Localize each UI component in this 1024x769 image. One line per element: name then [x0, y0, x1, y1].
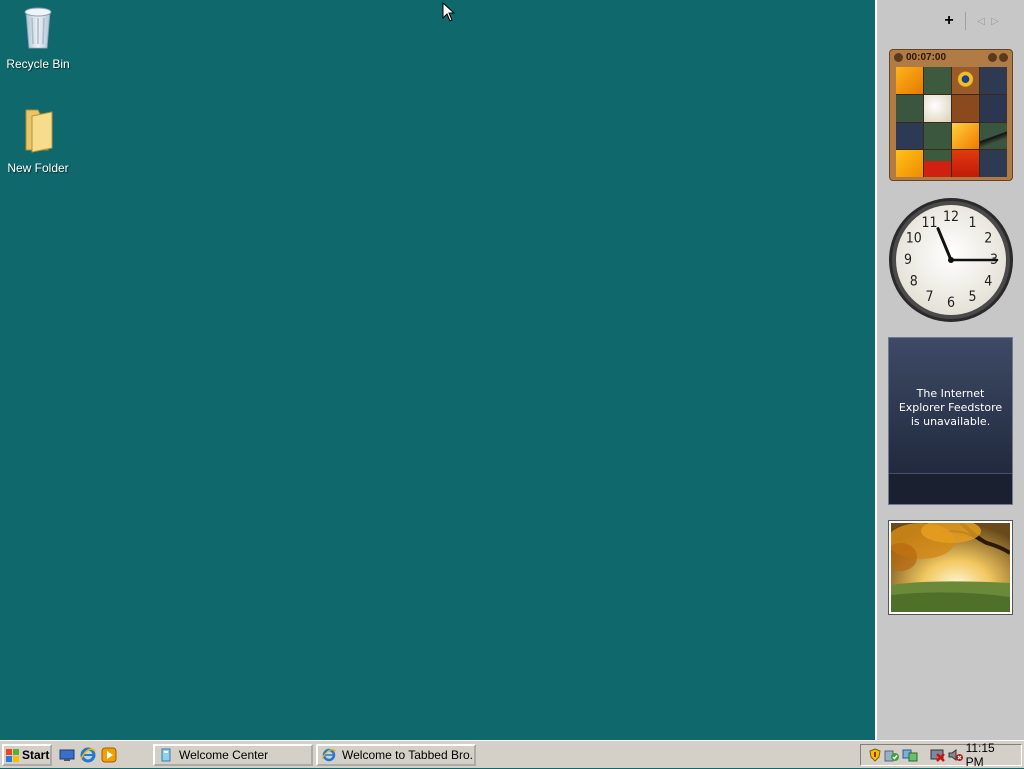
clock-number: 4	[984, 274, 992, 290]
feed-headlines-gadget[interactable]: The Internet Explorer Feedstore is unava…	[888, 337, 1013, 505]
puzzle-timer: 00:07:00	[906, 51, 947, 63]
clock-number: 10	[906, 231, 922, 247]
show-desktop-icon[interactable]	[58, 746, 75, 763]
puzzle-tile[interactable]	[896, 122, 923, 150]
clock-number: 11	[921, 215, 937, 231]
puzzle-tile-empty	[952, 94, 979, 122]
clock-number: 2	[984, 231, 992, 247]
taskbar-button-tabbed-browsing[interactable]: Welcome to Tabbed Bro...	[316, 744, 476, 766]
previous-page-button[interactable]: ◁	[974, 16, 988, 27]
clock-number: 1	[968, 215, 976, 231]
puzzle-tile[interactable]	[980, 94, 1007, 122]
add-gadget-button[interactable]: +	[941, 12, 957, 30]
mouse-cursor-icon	[442, 2, 456, 22]
sidebar-separator	[965, 12, 966, 30]
puzzle-toolbar: 00:07:00	[890, 50, 1012, 64]
puzzle-grid	[896, 67, 1007, 177]
clock-number: 6	[947, 295, 955, 311]
help-icon[interactable]	[988, 52, 997, 62]
shuffle-icon[interactable]	[999, 52, 1008, 62]
clock-gadget[interactable]: 123456789101112	[887, 196, 1015, 324]
start-label: Start	[22, 748, 50, 762]
taskbar-button-label: Welcome Center	[179, 748, 269, 762]
sidebar-controls: + ◁ ▷	[941, 12, 1002, 30]
new-folder-label: New Folder	[7, 161, 69, 175]
puzzle-tile[interactable]	[924, 67, 951, 94]
recycle-bin-desktop-icon[interactable]: Recycle Bin	[0, 2, 76, 71]
slideshow-gadget[interactable]	[888, 520, 1013, 615]
puzzle-tile[interactable]	[980, 150, 1007, 177]
welcome-center-icon	[161, 748, 171, 762]
internet-explorer-icon	[322, 748, 336, 762]
windows-logo-icon	[6, 748, 19, 762]
volume-muted-icon[interactable]	[948, 747, 964, 763]
taskbar-button-welcome-center[interactable]: Welcome Center	[153, 744, 313, 766]
picture-puzzle-gadget[interactable]: 00:07:00	[889, 49, 1013, 181]
timer-icon	[894, 52, 903, 62]
puzzle-tile[interactable]	[896, 94, 923, 122]
slideshow-image	[891, 523, 1010, 612]
quick-launch-bar	[58, 746, 117, 763]
puzzle-tile[interactable]	[980, 67, 1007, 94]
start-button[interactable]: Start	[2, 744, 52, 766]
puzzle-tile[interactable]	[952, 67, 979, 94]
clock-number: 12	[943, 209, 959, 225]
puzzle-tile[interactable]	[952, 122, 979, 150]
network-icon[interactable]	[902, 747, 918, 763]
folder-icon	[25, 109, 53, 153]
puzzle-tile[interactable]	[980, 122, 1007, 150]
puzzle-tile[interactable]	[924, 150, 951, 177]
puzzle-tile[interactable]	[924, 94, 951, 122]
windows-defender-icon[interactable]	[884, 747, 900, 763]
feed-status-message: The Internet Explorer Feedstore is unava…	[898, 387, 1003, 428]
feed-footer	[889, 473, 1012, 504]
system-tray: 11:15 PM	[860, 741, 1022, 769]
puzzle-tile[interactable]	[896, 150, 923, 177]
recycle-bin-label: Recycle Bin	[6, 57, 70, 71]
puzzle-tile[interactable]	[924, 122, 951, 150]
windows-sidebar: + ◁ ▷ 00:07:00 1 2 4 5 6 7 8 9 10 11 12 …	[875, 0, 1024, 740]
taskbar-button-label: Welcome to Tabbed Bro...	[342, 748, 476, 762]
clock-number: 9	[904, 252, 912, 268]
next-page-button[interactable]: ▷	[988, 16, 1002, 27]
clock-number: 8	[910, 274, 918, 290]
puzzle-tile[interactable]	[952, 150, 979, 177]
clock-number: 5	[968, 289, 976, 305]
recycle-bin-icon	[24, 7, 52, 49]
taskbar: Start Welcome Center Welcome to Tabbed B…	[0, 740, 1024, 769]
clock-number: 7	[925, 289, 933, 305]
internet-explorer-icon[interactable]	[79, 746, 96, 763]
tray-clock[interactable]: 11:15 PM	[966, 741, 1013, 769]
network-disconnected-icon[interactable]	[930, 747, 946, 763]
puzzle-tile[interactable]	[896, 67, 923, 94]
media-player-icon[interactable]	[100, 746, 117, 763]
new-folder-desktop-icon[interactable]: New Folder	[0, 106, 76, 175]
security-shield-icon[interactable]	[867, 747, 882, 763]
